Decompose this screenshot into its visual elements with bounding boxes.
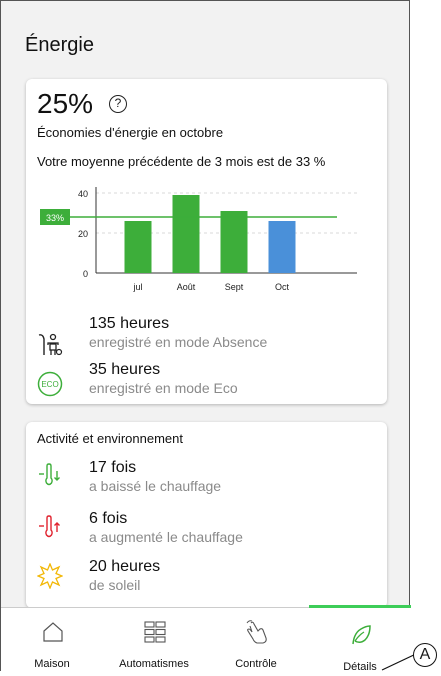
activity-item-sun: 20 heures de soleil — [89, 558, 160, 593]
x-tick-label: jul — [132, 282, 142, 292]
tab-automatismes-label: Automatismes — [119, 658, 189, 670]
activity-up-value: 6 fois — [89, 510, 128, 527]
activity-sun-desc: de soleil — [89, 577, 141, 593]
away-mode-icon — [38, 333, 63, 356]
activity-down-desc: a baissé le chauffage — [89, 478, 222, 494]
x-tick-label: Oct — [275, 282, 290, 292]
thermometer-up-icon — [39, 515, 60, 538]
eco-badge-text: ECO — [41, 380, 58, 389]
bar — [172, 195, 200, 273]
energy-savings-card: 25% ? Économies d'énergie en octobre Vot… — [26, 79, 387, 404]
activity-title: Activité et environnement — [37, 431, 183, 446]
tab-maison-label: Maison — [34, 658, 70, 670]
savings-percent: 25% — [37, 88, 94, 119]
phone-screen: Énergie 25% ? Économies d'énergie en oct… — [0, 0, 411, 673]
savings-subtitle: Économies d'énergie en octobre — [37, 125, 224, 140]
help-icon[interactable]: ? — [109, 95, 127, 113]
thermometer-down-icon — [39, 463, 60, 486]
activity-up-desc: a augmenté le chauffage — [89, 529, 243, 545]
grid-icon — [144, 621, 166, 643]
tab-controle-label: Contrôle — [235, 658, 277, 670]
stat-away-desc: enregistré en mode Absence — [89, 334, 268, 350]
home-icon — [43, 622, 63, 642]
stat-eco-value: 35 heures — [89, 361, 161, 378]
y-tick-label: 0 — [83, 269, 88, 279]
bottom-nav: Maison Automatismes Contrôle Détails — [1, 605, 411, 673]
activity-down-value: 17 fois — [89, 459, 137, 476]
activity-card: Activité et environnement 17 fois a bais… — [26, 422, 387, 608]
bar — [220, 211, 248, 273]
activity-item-up: 6 fois a augmenté le chauffage — [89, 510, 243, 545]
page-title: Énergie — [25, 34, 94, 56]
tab-controle[interactable]: Contrôle — [205, 608, 307, 673]
touch-icon — [246, 620, 267, 644]
activity-item-down: 17 fois a baissé le chauffage — [89, 459, 221, 494]
x-tick-label: Août — [177, 282, 196, 292]
callout-label: A — [413, 643, 437, 667]
savings-bar-chart: 0 20 40 jul Août Sept Oct 33% — [40, 187, 357, 292]
tab-maison[interactable]: Maison — [1, 608, 103, 673]
stat-eco: 35 heures enregistré en mode Eco — [89, 361, 238, 396]
reference-line-label: 33% — [46, 213, 64, 223]
sun-icon — [37, 563, 63, 589]
bar — [268, 221, 296, 273]
average-text: Votre moyenne précédente de 3 mois est d… — [37, 154, 326, 169]
stat-away-value: 135 heures — [89, 315, 170, 332]
y-tick-label: 40 — [78, 189, 88, 199]
stat-away: 135 heures enregistré en mode Absence — [89, 315, 267, 350]
activity-sun-value: 20 heures — [89, 558, 161, 575]
y-tick-label: 20 — [78, 229, 88, 239]
eco-icon: ECO — [37, 371, 63, 397]
x-tick-label: Sept — [225, 282, 244, 292]
leaf-icon — [352, 625, 371, 645]
bar — [124, 221, 152, 273]
stat-eco-desc: enregistré en mode Eco — [89, 380, 238, 396]
tab-automatismes[interactable]: Automatismes — [103, 608, 205, 673]
